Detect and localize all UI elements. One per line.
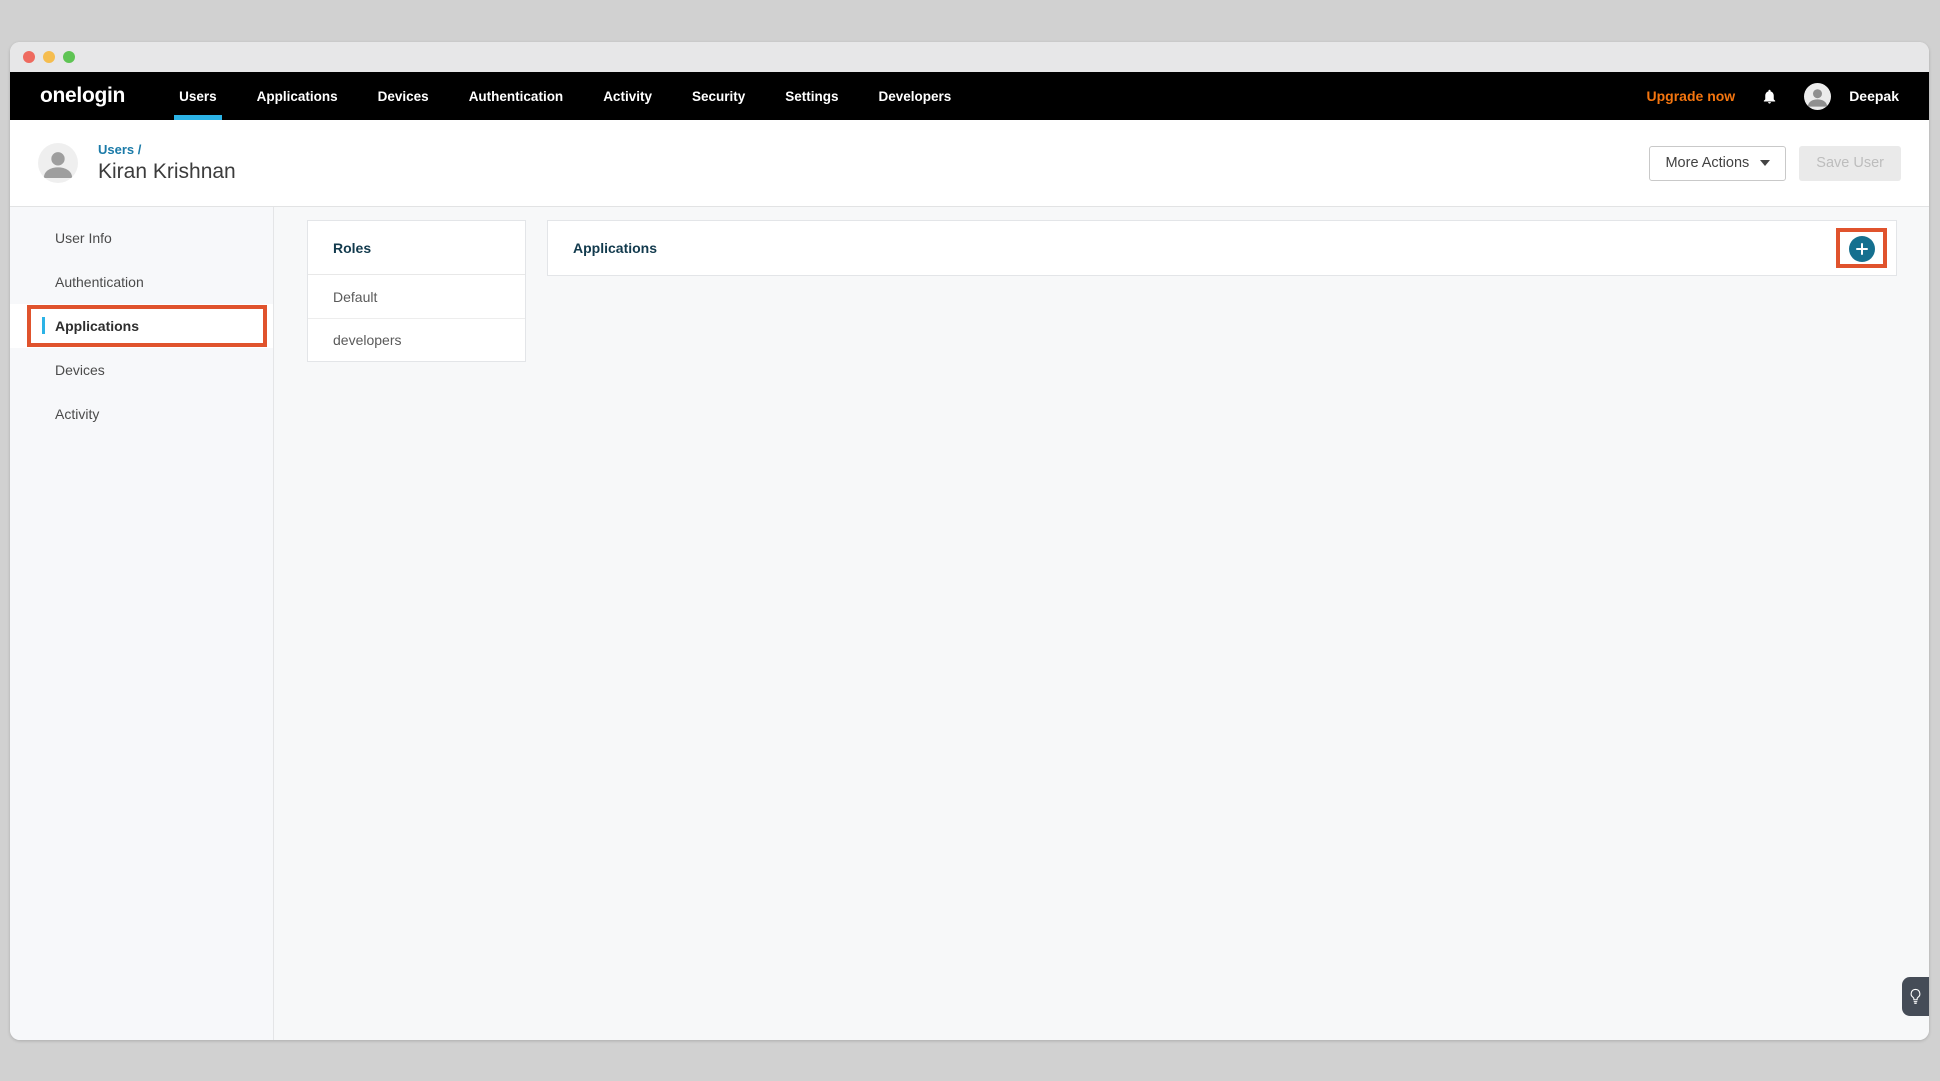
sidebar-item-activity[interactable]: Activity [10, 392, 273, 436]
content-area: User Info Authentication Applications De… [10, 207, 1929, 1040]
roles-panel: Roles Default developers [307, 220, 526, 362]
lightbulb-icon [1909, 988, 1922, 1005]
role-row-default[interactable]: Default [308, 275, 525, 318]
sidebar-item-user-info[interactable]: User Info [10, 216, 273, 260]
close-window-button[interactable] [23, 51, 35, 63]
nav-tab-authentication[interactable]: Authentication [449, 72, 584, 120]
active-indicator-bar [42, 317, 45, 334]
sidebar-item-devices[interactable]: Devices [10, 348, 273, 392]
nav-tab-security[interactable]: Security [672, 72, 765, 120]
browser-window: onelogin Users Applications Devices Auth… [10, 42, 1929, 1040]
applications-panel-title: Applications [548, 221, 1896, 275]
onelogin-logo[interactable]: onelogin [40, 84, 125, 108]
more-actions-button[interactable]: More Actions [1649, 146, 1786, 181]
nav-tab-settings[interactable]: Settings [765, 72, 858, 120]
profile-avatar [38, 143, 78, 183]
nav-tab-applications[interactable]: Applications [237, 72, 358, 120]
sidebar-item-label: Devices [55, 362, 105, 378]
more-actions-label: More Actions [1665, 155, 1749, 171]
help-lightbulb-tab[interactable] [1902, 977, 1929, 1016]
add-application-button[interactable] [1849, 236, 1875, 262]
nav-tab-developers[interactable]: Developers [859, 72, 972, 120]
sidebar-item-label: User Info [55, 230, 112, 246]
role-row-developers[interactable]: developers [308, 318, 525, 361]
page-title: Kiran Krishnan [98, 160, 236, 184]
user-menu[interactable]: Deepak [1849, 88, 1899, 104]
chevron-down-icon [1760, 160, 1770, 166]
person-icon [38, 143, 78, 183]
minimize-window-button[interactable] [43, 51, 55, 63]
page-header: Users / Kiran Krishnan More Actions Save… [10, 120, 1929, 207]
top-navigation-bar: onelogin Users Applications Devices Auth… [10, 72, 1929, 120]
user-detail-sidebar: User Info Authentication Applications De… [10, 207, 274, 1040]
sidebar-item-label: Applications [55, 318, 139, 334]
nav-tab-devices[interactable]: Devices [358, 72, 449, 120]
user-avatar[interactable] [1804, 83, 1831, 110]
header-actions: More Actions Save User [1649, 146, 1901, 181]
main-panel: Roles Default developers Applications [274, 207, 1929, 1040]
roles-panel-title: Roles [308, 221, 525, 275]
sidebar-item-label: Activity [55, 406, 99, 422]
sidebar-item-applications[interactable]: Applications [10, 304, 273, 348]
nav-right-cluster: Upgrade now Deepak [1647, 72, 1899, 120]
nav-tab-users[interactable]: Users [159, 72, 237, 120]
person-icon [1804, 83, 1831, 110]
window-titlebar [10, 42, 1929, 72]
save-user-button[interactable]: Save User [1799, 146, 1901, 181]
upgrade-now-link[interactable]: Upgrade now [1647, 88, 1736, 104]
plus-icon [1856, 243, 1868, 255]
sidebar-item-label: Authentication [55, 274, 144, 290]
applications-panel: Applications [547, 220, 1897, 276]
sidebar-item-authentication[interactable]: Authentication [10, 260, 273, 304]
zoom-window-button[interactable] [63, 51, 75, 63]
breadcrumb-users-link[interactable]: Users / [98, 142, 141, 157]
nav-tabs: Users Applications Devices Authenticatio… [159, 72, 971, 120]
page-title-block: Users / Kiran Krishnan [98, 141, 236, 184]
save-user-label: Save User [1816, 155, 1884, 171]
nav-tab-activity[interactable]: Activity [583, 72, 672, 120]
notifications-bell-icon[interactable] [1761, 87, 1778, 106]
